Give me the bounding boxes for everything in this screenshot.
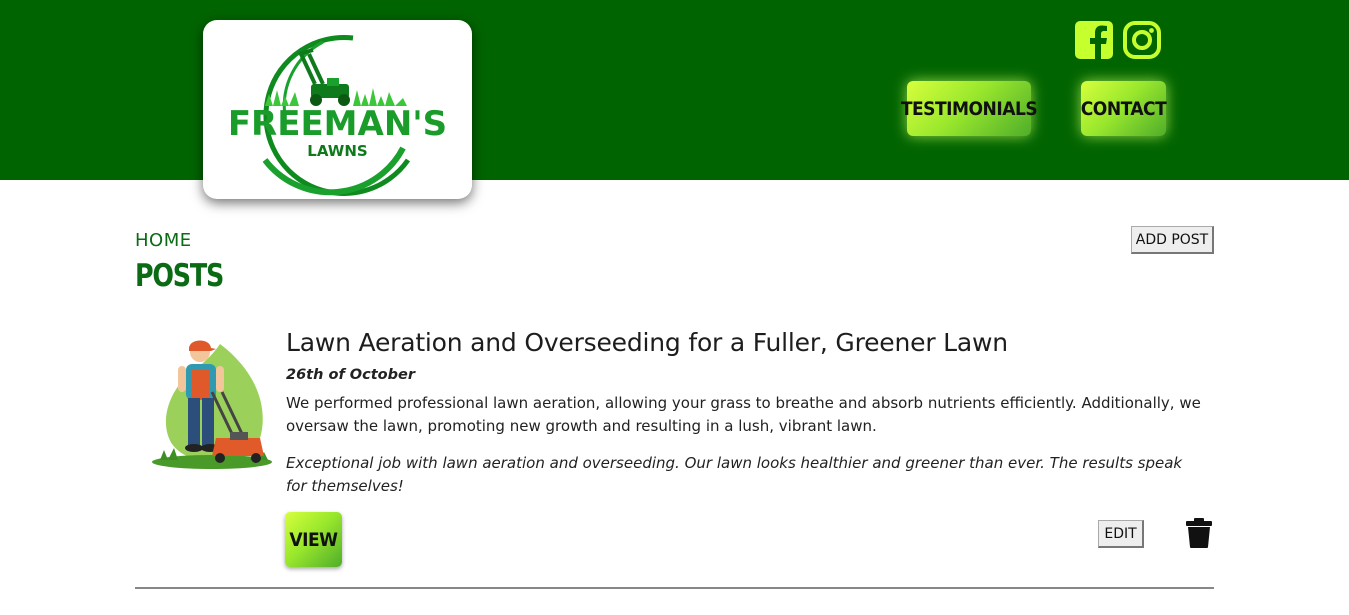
view-post-button[interactable]: VIEW: [285, 512, 342, 567]
breadcrumb-home[interactable]: HOME: [135, 230, 192, 251]
logo-subtitle: LAWNS: [307, 142, 368, 160]
post-thumbnail-image: [152, 340, 272, 469]
site-header: FREEMAN'S LAWNS TESTIMONIALS CONTACT: [0, 0, 1349, 199]
post-testimonial-quote: Exceptional job with lawn aeration and o…: [286, 454, 1183, 495]
facebook-link[interactable]: [1074, 20, 1114, 60]
site-logo[interactable]: FREEMAN'S LAWNS: [203, 20, 472, 199]
trash-icon[interactable]: [1186, 518, 1212, 548]
post-title-link[interactable]: Lawn Aeration and Overseeding for a Full…: [286, 328, 1008, 357]
edit-post-button[interactable]: EDIT: [1098, 520, 1144, 548]
facebook-icon: [1075, 21, 1113, 59]
instagram-icon: [1123, 21, 1161, 59]
post-divider: [135, 587, 1214, 589]
nav-contact-button[interactable]: CONTACT: [1081, 81, 1167, 136]
post-body: We performed professional lawn aeration,…: [286, 394, 1201, 435]
logo-title: FREEMAN'S: [227, 104, 448, 144]
instagram-link[interactable]: [1122, 20, 1162, 60]
add-post-button[interactable]: ADD POST: [1131, 226, 1214, 254]
page-title: POSTS: [135, 258, 224, 294]
post-date: 26th of October: [286, 367, 415, 383]
nav-testimonials-button[interactable]: TESTIMONIALS: [901, 81, 1038, 136]
